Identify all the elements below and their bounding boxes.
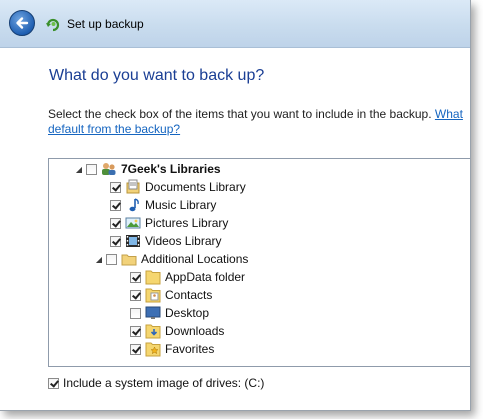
- favorites-label: Favorites: [165, 342, 215, 356]
- tree-root-row[interactable]: ◢ 7Geek's Libraries: [74, 160, 221, 178]
- videos-checkbox[interactable]: [110, 235, 121, 247]
- system-image-label: Include a system image of drives: (C:): [63, 376, 265, 390]
- contacts-icon: [145, 288, 161, 303]
- downloads-icon: [145, 324, 161, 339]
- tree-item-videos[interactable]: Videos Library: [110, 232, 222, 250]
- music-checkbox[interactable]: [110, 199, 121, 211]
- window-title: Set up backup: [67, 17, 144, 31]
- content-area: What do you want to back up? Select the …: [0, 48, 470, 410]
- back-button[interactable]: [9, 10, 35, 36]
- downloads-label: Downloads: [165, 324, 225, 338]
- videos-label: Videos Library: [145, 234, 222, 248]
- documents-label: Documents Library: [145, 180, 246, 194]
- instruction-label: Select the check box of the items that y…: [48, 107, 432, 121]
- music-icon: [129, 198, 139, 212]
- root-label: 7Geek's Libraries: [121, 162, 221, 176]
- help-link-end[interactable]: default from the backup?: [48, 122, 180, 136]
- documents-icon: [126, 179, 140, 194]
- title-bar: Set up backup: [0, 0, 470, 48]
- tree-item-downloads[interactable]: Downloads: [130, 322, 224, 340]
- help-link-start[interactable]: What: [435, 107, 463, 121]
- root-checkbox[interactable]: [86, 163, 97, 175]
- tree-item-appdata[interactable]: AppData folder: [130, 268, 245, 286]
- pictures-icon: [125, 217, 141, 229]
- collapse-arrow-icon[interactable]: ◢: [74, 165, 84, 174]
- downloads-checkbox[interactable]: [130, 325, 141, 337]
- page-heading: What do you want to back up?: [49, 67, 265, 84]
- videos-icon: [126, 235, 140, 247]
- pictures-checkbox[interactable]: [110, 217, 121, 229]
- back-arrow-icon: [16, 17, 29, 29]
- desktop-checkbox[interactable]: [130, 307, 141, 319]
- instruction-text: Select the check box of the items that y…: [48, 107, 470, 137]
- documents-checkbox[interactable]: [110, 181, 121, 193]
- backup-window: Set up backup What do you want to back u…: [0, 0, 471, 411]
- pictures-label: Pictures Library: [145, 216, 229, 230]
- tree-additional-row[interactable]: ◢ Additional Locations: [94, 250, 249, 268]
- tree-item-contacts[interactable]: Contacts: [130, 286, 212, 304]
- contacts-checkbox[interactable]: [130, 289, 141, 301]
- system-image-checkbox[interactable]: [48, 377, 59, 389]
- music-label: Music Library: [145, 198, 217, 212]
- desktop-icon: [145, 306, 161, 319]
- backup-app-icon: [46, 18, 60, 32]
- appdata-label: AppData folder: [165, 270, 246, 284]
- folder-icon: [145, 270, 161, 285]
- tree-item-favorites[interactable]: Favorites: [130, 340, 214, 358]
- additional-checkbox[interactable]: [106, 253, 117, 265]
- tree-item-desktop[interactable]: Desktop: [130, 304, 209, 322]
- tree-item-music[interactable]: Music Library: [110, 196, 216, 214]
- system-image-option[interactable]: Include a system image of drives: (C:): [48, 376, 264, 390]
- favorites-icon: [145, 342, 161, 357]
- collapse-arrow-icon[interactable]: ◢: [94, 255, 104, 264]
- appdata-checkbox[interactable]: [130, 271, 141, 283]
- folder-icon: [121, 254, 137, 266]
- contacts-label: Contacts: [165, 288, 213, 302]
- desktop-label: Desktop: [165, 306, 210, 320]
- tree-item-documents[interactable]: Documents Library: [110, 178, 246, 196]
- backup-items-tree[interactable]: ◢ 7Geek's Libraries Documents Library Mu…: [48, 158, 470, 367]
- tree-item-pictures[interactable]: Pictures Library: [110, 214, 228, 232]
- users-icon: [102, 163, 116, 175]
- favorites-checkbox[interactable]: [130, 343, 141, 355]
- additional-label: Additional Locations: [141, 252, 249, 266]
